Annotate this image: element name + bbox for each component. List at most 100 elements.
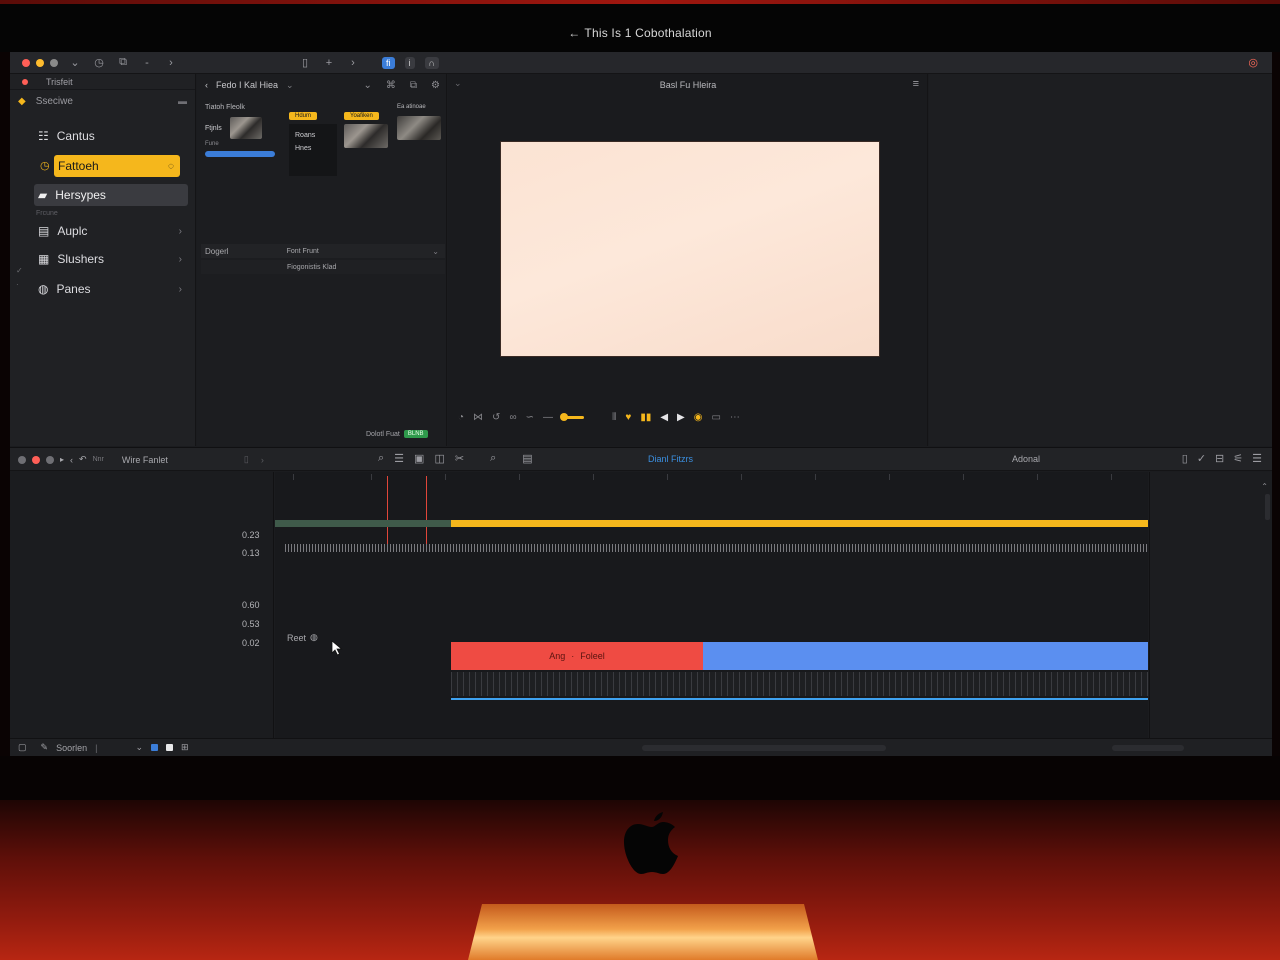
plus-icon[interactable]: + <box>322 57 336 69</box>
tag-badge[interactable]: Yoafiken <box>344 112 379 120</box>
bars-icon[interactable]: ⦀ <box>612 412 616 423</box>
rewind-icon[interactable]: ◀ <box>660 412 668 423</box>
sliders-icon[interactable]: ⚟ <box>1233 452 1243 465</box>
grid-icon[interactable]: ⊞ <box>181 742 189 753</box>
media-thumbnail[interactable] <box>229 117 262 139</box>
minimize-window-button[interactable] <box>36 58 44 67</box>
undo-icon[interactable]: ↺ <box>492 412 500 423</box>
tag-badge[interactable]: Hdum <box>289 112 318 120</box>
timeline-center-label[interactable]: Dianl Fitzrs <box>648 454 693 464</box>
timeline-tracks[interactable]: Reet ◍ Ang · Foleel <box>275 472 1148 738</box>
table-icon[interactable]: ⊟ <box>1215 452 1224 465</box>
pause-icon[interactable]: ▮▮ <box>640 412 651 423</box>
timeline-right-label[interactable]: Adonal <box>1012 454 1040 464</box>
horizontal-scrollbar[interactable] <box>642 745 886 751</box>
undo-icon[interactable]: ↶ <box>79 454 87 465</box>
playhead-2[interactable] <box>426 476 427 544</box>
search-icon[interactable]: ⌕ <box>378 452 384 465</box>
close-window-button[interactable] <box>22 58 30 67</box>
chevron-down-icon[interactable]: ⌄ <box>432 247 439 256</box>
collapse-icon[interactable]: ⌃ <box>1261 482 1268 491</box>
chevron-down-icon[interactable]: ⌄ <box>286 80 294 91</box>
audio-waveform-2[interactable] <box>451 672 1148 696</box>
back-icon[interactable]: ‹ <box>205 80 208 90</box>
list-icon[interactable]: ☰ <box>394 452 404 465</box>
timeline-dot-red[interactable] <box>32 455 40 464</box>
sidebar-item-fattoeh[interactable]: Fattoeh ◌ <box>54 155 180 177</box>
sidebar-tab[interactable]: Trisfeit <box>10 74 195 90</box>
link-icon[interactable]: ∞ <box>509 412 516 423</box>
sidebar-item-auplc[interactable]: ▤ Auplc › <box>34 220 188 242</box>
clipboard-icon[interactable]: ▯ <box>1182 452 1188 465</box>
image-icon[interactable]: ▣ <box>414 452 424 465</box>
sidebar-options-icon[interactable]: ▬ <box>178 96 187 106</box>
clip-icon[interactable]: ⧉ <box>410 80 417 91</box>
browser-title[interactable]: Fedo I Kal Hiea <box>216 80 278 90</box>
sidebar-toggle-icon[interactable]: ▢ <box>18 742 27 753</box>
vertical-scrollbar[interactable] <box>1265 494 1270 520</box>
minus-icon[interactable]: — <box>543 412 553 423</box>
horizontal-scrollbar-2[interactable] <box>1112 745 1184 751</box>
menu-icon[interactable]: ≡ <box>913 78 919 90</box>
camera-icon[interactable]: ◫ <box>434 452 444 465</box>
video-clip-green[interactable] <box>275 520 451 527</box>
settings-icon[interactable]: ⚙ <box>431 80 440 91</box>
audio-clip-red[interactable]: Ang · Foleel <box>451 642 703 670</box>
toolbar-grey-button-2[interactable]: ∩ <box>424 56 439 69</box>
pen-icon[interactable]: ✎ <box>41 742 49 753</box>
timer-icon[interactable]: ◉ <box>694 412 703 423</box>
check-icon[interactable]: ✓ <box>1197 452 1206 465</box>
sidebar-item-panes[interactable]: ◍ Panes › <box>34 278 188 300</box>
reset-label[interactable]: Reet ◍ <box>287 632 318 643</box>
zoom-icon[interactable]: ⌕ <box>490 452 496 465</box>
timeline-dot[interactable] <box>18 455 26 464</box>
playhead[interactable] <box>387 476 388 544</box>
back-arrow-icon[interactable]: ← <box>568 26 580 40</box>
chevron-down-icon[interactable]: ⌄ <box>135 742 143 753</box>
scrubber-slider[interactable] <box>559 412 584 421</box>
marker-icon[interactable]: ⋈ <box>473 412 483 423</box>
media-thumbnail[interactable] <box>397 116 441 140</box>
chevron-down-icon[interactable]: ⌄ <box>364 80 372 91</box>
forward-icon[interactable]: › <box>261 455 264 465</box>
toolbar-grey-button[interactable]: i <box>404 56 415 69</box>
audio-waveform[interactable] <box>285 544 1148 552</box>
audio-clip-blue[interactable] <box>703 642 1148 670</box>
doc-icon[interactable]: ▯ <box>298 56 312 69</box>
media-thumbnail[interactable] <box>344 124 388 148</box>
loop-icon[interactable]: ◔ <box>458 412 464 423</box>
sidebar-item-hersypes[interactable]: ▰ Hersypes <box>34 184 188 206</box>
heart-icon[interactable]: ♥ <box>625 412 631 423</box>
link-icon[interactable]: ⌘ <box>386 80 396 91</box>
preview-canvas[interactable] <box>500 141 880 357</box>
minus-icon[interactable]: - <box>140 57 154 69</box>
back-icon[interactable]: ‹ <box>70 455 73 465</box>
zoom-window-button[interactable] <box>50 58 58 67</box>
browser-row[interactable]: Dogerl Font Frunt ⌄ <box>201 244 445 258</box>
screen-icon[interactable]: ▭ <box>711 412 720 423</box>
blue-square-icon[interactable] <box>150 744 158 751</box>
copy-icon[interactable]: ⧉ <box>116 56 130 69</box>
chevron-down-icon[interactable]: ⌄ <box>68 56 82 69</box>
refresh-icon[interactable]: ◌ <box>168 161 174 172</box>
forward-icon[interactable]: › <box>346 57 360 69</box>
link-2-icon[interactable]: ∽ <box>526 412 534 423</box>
lock-icon[interactable]: ◍ <box>310 632 318 643</box>
clock-icon[interactable]: ◷ <box>92 56 106 69</box>
play-icon[interactable]: ▸ <box>60 455 64 464</box>
clipboard-icon[interactable]: ▤ <box>522 452 532 465</box>
volume-line[interactable] <box>451 698 1148 700</box>
sidebar-item-cantus[interactable]: ☷ Cantus <box>34 125 188 147</box>
menu-icon[interactable]: ☰ <box>1252 452 1262 465</box>
timeline-tab[interactable]: Wire Fanlet <box>122 455 168 465</box>
browser-row[interactable]: Fiogonistis Klad <box>201 260 445 274</box>
cut-icon[interactable]: ✂ <box>455 452 464 465</box>
more-icon[interactable]: ⋯ <box>730 412 740 423</box>
play-icon[interactable]: ▶ <box>677 412 685 423</box>
timeline-dot-2[interactable] <box>46 455 54 464</box>
video-clip-yellow[interactable] <box>451 520 1148 527</box>
toolbar-blue-button[interactable]: fi <box>382 56 395 69</box>
white-square-icon[interactable] <box>165 744 173 751</box>
forward-icon[interactable]: › <box>164 57 178 69</box>
notification-icon[interactable]: ◎ <box>1248 56 1258 69</box>
